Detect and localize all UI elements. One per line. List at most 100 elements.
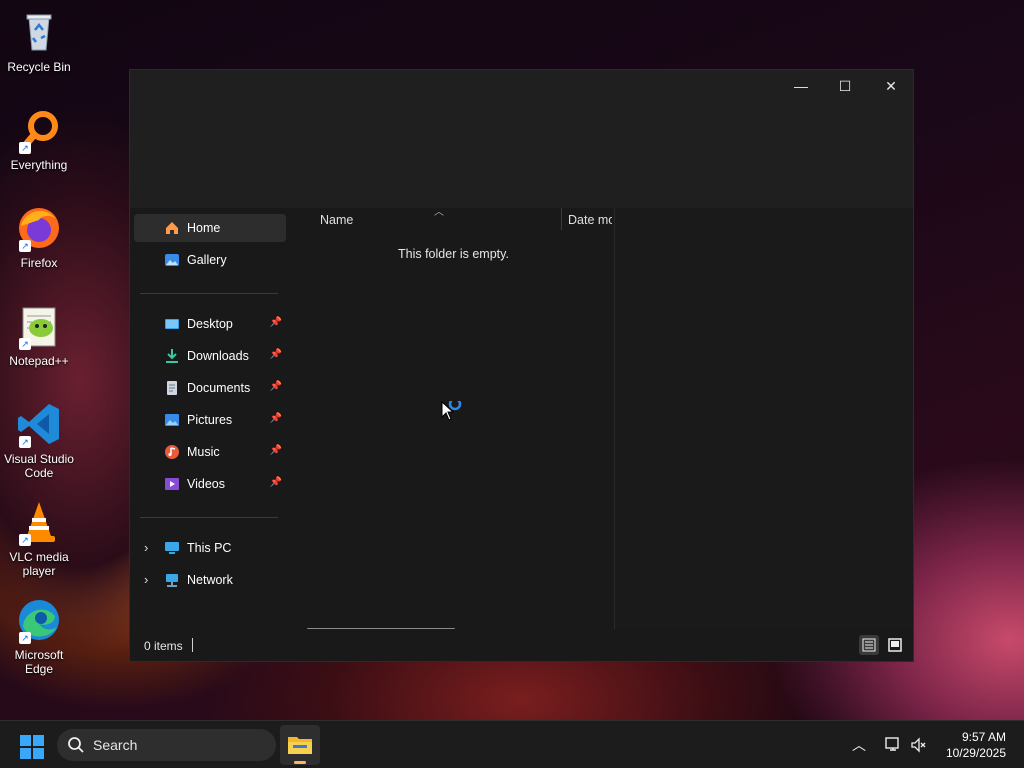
chevron-right-icon[interactable]: › xyxy=(144,540,148,555)
nav-item-gallery[interactable]: Gallery xyxy=(134,246,286,274)
status-separator xyxy=(192,638,193,652)
nav-item-home[interactable]: Home xyxy=(134,214,286,242)
nav-item-label: Documents xyxy=(187,381,251,395)
item-count: 0 items xyxy=(144,639,183,653)
column-headers: Name ︿ Date mo xyxy=(290,207,613,232)
shortcut-arrow-icon: ↗ xyxy=(19,142,31,154)
desktop-icon-edge[interactable]: ↗ Microsoft Edge xyxy=(2,596,76,676)
nav-item-music[interactable]: Music 📌 xyxy=(134,438,286,466)
windows-logo-icon xyxy=(20,735,44,759)
taskbar-clock[interactable]: 9:57 AM 10/29/2025 xyxy=(946,729,1006,761)
pin-icon: 📌 xyxy=(269,381,282,392)
minimize-button[interactable]: — xyxy=(778,70,824,102)
close-icon: ✕ xyxy=(885,77,897,94)
network-icon xyxy=(164,572,180,588)
network-wired-icon xyxy=(885,737,899,751)
recycle-bin-icon xyxy=(15,8,63,56)
desktop-icon-notepadpp[interactable]: ↗ Notepad++ xyxy=(2,302,76,368)
nav-separator xyxy=(140,517,278,518)
large-icons-view-button[interactable] xyxy=(885,635,905,655)
nav-item-label: Videos xyxy=(187,477,225,491)
videos-icon xyxy=(164,476,180,492)
chevron-up-icon: ︿ xyxy=(852,737,866,753)
desktop-folder-icon xyxy=(164,316,180,332)
nav-item-label: Home xyxy=(187,221,221,235)
shortcut-arrow-icon: ↗ xyxy=(19,338,31,350)
desktop-icon-vlc[interactable]: ↗ VLC media player xyxy=(2,498,76,578)
firefox-icon: ↗ xyxy=(15,204,63,252)
taskbar-search[interactable]: Search xyxy=(57,729,276,761)
desktop-icon-firefox[interactable]: ↗ Firefox xyxy=(2,204,76,270)
desktop-icon-everything[interactable]: ↗ Everything xyxy=(2,106,76,172)
nav-item-label: Desktop xyxy=(187,317,233,331)
nav-item-pictures[interactable]: Pictures 📌 xyxy=(134,406,286,434)
nav-item-downloads[interactable]: Downloads 📌 xyxy=(134,342,286,370)
shortcut-arrow-icon: ↗ xyxy=(19,632,31,644)
nav-item-videos[interactable]: Videos 📌 xyxy=(134,470,286,498)
nav-item-label: Music xyxy=(187,445,220,459)
nav-item-desktop[interactable]: Desktop 📌 xyxy=(134,310,286,338)
nav-separator xyxy=(140,293,278,294)
desktop-icon-label: VLC media player xyxy=(9,550,69,578)
column-divider[interactable] xyxy=(561,208,562,230)
volume-button[interactable] xyxy=(910,736,928,759)
sort-ascending-icon: ︿ xyxy=(434,207,444,218)
desktop-icon-label: Recycle Bin xyxy=(7,60,71,74)
details-view-icon xyxy=(862,638,876,652)
start-button[interactable] xyxy=(20,735,44,764)
mouse-cursor xyxy=(441,397,463,428)
file-explorer-window[interactable]: — ☐ ✕ Home Gallery Desktop � xyxy=(129,69,914,662)
nav-item-label: Gallery xyxy=(187,253,227,267)
desktop-icon-vscode[interactable]: ↗ Visual Studio Code xyxy=(2,400,76,480)
edge-icon: ↗ xyxy=(15,596,63,644)
nav-item-network[interactable]: › Network xyxy=(134,566,286,594)
close-button[interactable]: ✕ xyxy=(868,70,914,102)
nav-item-label: This PC xyxy=(187,541,232,555)
maximize-icon: ☐ xyxy=(838,77,852,94)
busy-cursor-icon xyxy=(441,397,462,421)
chevron-right-icon[interactable]: › xyxy=(144,572,148,587)
documents-icon xyxy=(164,380,180,396)
music-icon xyxy=(164,444,180,460)
search-placeholder: Search xyxy=(93,737,138,753)
pin-icon: 📌 xyxy=(269,413,282,424)
volume-muted-icon xyxy=(911,737,926,753)
desktop-icon-label: Everything xyxy=(10,158,68,172)
downloads-icon xyxy=(164,348,180,364)
shortcut-arrow-icon: ↗ xyxy=(19,240,31,252)
details-pane xyxy=(614,208,913,629)
notepadpp-icon: ↗ xyxy=(15,302,63,350)
pin-icon: 📌 xyxy=(269,445,282,456)
column-header-name[interactable]: Name xyxy=(320,213,353,227)
pictures-icon xyxy=(164,412,180,428)
details-view-button[interactable] xyxy=(859,635,879,655)
nav-item-documents[interactable]: Documents 📌 xyxy=(134,374,286,402)
home-icon xyxy=(164,220,180,236)
file-explorer-icon xyxy=(288,737,312,754)
clock-time: 9:57 AM xyxy=(961,730,1006,744)
network-status-button[interactable] xyxy=(884,736,902,759)
running-indicator xyxy=(294,761,306,764)
nav-item-label: Pictures xyxy=(187,413,233,427)
show-hidden-icons-button[interactable]: ︿ xyxy=(852,735,866,755)
minimize-icon: — xyxy=(794,78,808,94)
maximize-button[interactable]: ☐ xyxy=(822,70,868,102)
empty-folder-message: This folder is empty. xyxy=(398,247,509,261)
desktop-icon-label: Notepad++ xyxy=(9,354,69,368)
vlc-icon: ↗ xyxy=(15,498,63,546)
navigation-pane: Home Gallery Desktop 📌 Downloads 📌 Docum… xyxy=(130,208,288,629)
nav-item-this-pc[interactable]: › This PC xyxy=(134,534,286,562)
taskbar-file-explorer[interactable] xyxy=(280,725,320,765)
desktop-icon-label: Microsoft Edge xyxy=(14,648,64,676)
title-bar[interactable]: — ☐ ✕ xyxy=(130,70,913,208)
pin-icon: 📌 xyxy=(269,349,282,360)
clock-date: 10/29/2025 xyxy=(945,746,1006,760)
column-header-date-modified[interactable]: Date mo xyxy=(568,213,612,227)
search-icon xyxy=(68,737,84,753)
gallery-icon xyxy=(164,252,180,268)
desktop-icon-recycle-bin[interactable]: Recycle Bin xyxy=(2,8,76,74)
shortcut-arrow-icon: ↗ xyxy=(19,534,31,546)
nav-item-label: Downloads xyxy=(187,349,249,363)
desktop-icon-label: Firefox xyxy=(20,256,58,270)
shortcut-arrow-icon: ↗ xyxy=(19,436,31,448)
